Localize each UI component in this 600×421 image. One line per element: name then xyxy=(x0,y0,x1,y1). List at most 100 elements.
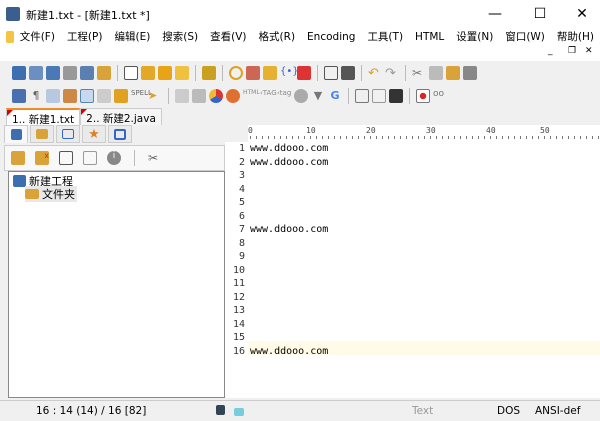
line-number: 2 xyxy=(238,156,245,168)
tab-file-2[interactable]: 2.. 新建2.java xyxy=(80,108,162,125)
shell-icon[interactable] xyxy=(372,89,386,103)
menu-window[interactable]: 窗口(W) xyxy=(499,29,551,44)
column-mode-icon[interactable] xyxy=(80,89,94,103)
menu-encoding[interactable]: Encoding xyxy=(301,31,361,43)
settings-file-icon[interactable] xyxy=(97,66,111,80)
log-icon[interactable] xyxy=(80,66,94,80)
syntax-mode[interactable]: Text xyxy=(412,405,433,417)
project-icon[interactable] xyxy=(46,66,60,80)
mdi-close-button[interactable]: ✕ xyxy=(585,46,593,56)
panel-tab-ftp[interactable] xyxy=(56,125,80,143)
panel-tab-windows[interactable] xyxy=(108,125,132,143)
template-icon[interactable] xyxy=(192,89,206,103)
color-picker-icon[interactable] xyxy=(209,89,223,103)
find-icon[interactable] xyxy=(229,66,243,80)
remove-file-icon[interactable] xyxy=(83,151,97,165)
menu-settings[interactable]: 设置(N) xyxy=(450,29,499,44)
main-toolbar: {•} ↶ ↷ ✂ xyxy=(4,62,477,84)
menu-project[interactable]: 工程(P) xyxy=(61,29,109,44)
console-icon[interactable] xyxy=(389,89,403,103)
new-file-icon[interactable] xyxy=(12,66,26,80)
menu-tools[interactable]: 工具(T) xyxy=(361,29,409,44)
mdi-minimize-button[interactable]: _ xyxy=(548,46,553,56)
menu-search[interactable]: 搜索(S) xyxy=(156,29,204,44)
pin-icon[interactable]: ➤ xyxy=(148,89,162,103)
glasses-icon[interactable]: oo xyxy=(433,89,447,103)
info-icon[interactable]: i xyxy=(107,151,121,165)
redo-icon[interactable]: ↷ xyxy=(385,66,399,81)
undo-icon[interactable]: ↶ xyxy=(368,66,382,81)
pilcrow-icon[interactable]: ¶ xyxy=(29,89,43,103)
color-hex-icon[interactable] xyxy=(226,89,240,103)
tab-file-1[interactable]: 1.. 新建1.txt xyxy=(6,108,81,126)
node-label: 文件夹 xyxy=(42,188,75,201)
copy-file-icon[interactable] xyxy=(29,66,43,80)
network-icon xyxy=(234,408,244,416)
print-icon[interactable] xyxy=(341,66,355,80)
open-folder-icon[interactable] xyxy=(141,66,155,80)
save-status-icon xyxy=(216,405,225,415)
panel-tab-favorites[interactable]: ★ xyxy=(82,125,106,143)
mdi-restore-button[interactable]: ❐ xyxy=(568,46,576,56)
folder-icon xyxy=(36,129,48,139)
tree-node-folder[interactable]: 文件夹 xyxy=(25,186,77,202)
line-number: 11 xyxy=(232,278,245,290)
minimize-button[interactable]: — xyxy=(480,4,510,24)
close-tag-icon[interactable]: ‹TAG xyxy=(260,89,277,103)
record-macro-icon[interactable] xyxy=(416,89,430,103)
menu-html[interactable]: HTML xyxy=(409,31,450,43)
brace-match-icon[interactable]: {•} xyxy=(280,66,299,80)
html-to-text-icon[interactable]: HTML xyxy=(243,89,260,103)
menu-help[interactable]: 帮助(H) xyxy=(551,29,600,44)
save-icon[interactable] xyxy=(158,66,172,80)
save-all-icon[interactable] xyxy=(175,66,189,80)
maximize-button[interactable]: ☐ xyxy=(525,4,555,24)
browser-icon[interactable] xyxy=(294,89,308,103)
code-line: www.ddooo.com xyxy=(250,345,329,357)
menu-edit[interactable]: 编辑(E) xyxy=(108,29,156,44)
add-folder-icon[interactable] xyxy=(11,151,25,165)
tag-icon[interactable]: ‹tag xyxy=(277,89,291,103)
ruler-tick: 20 xyxy=(366,126,376,135)
find-in-files-icon[interactable] xyxy=(263,66,277,80)
new-icon[interactable] xyxy=(124,66,138,80)
windows-icon xyxy=(114,128,126,140)
delete-icon[interactable] xyxy=(463,66,477,80)
compare-icon[interactable] xyxy=(63,66,77,80)
encoding[interactable]: ANSI-def xyxy=(535,405,580,417)
cut-icon[interactable]: ✂ xyxy=(412,66,426,80)
highlight-icon[interactable] xyxy=(63,89,77,103)
panel-tab-folder[interactable] xyxy=(30,125,54,143)
replace-icon[interactable] xyxy=(246,66,260,80)
run-icon[interactable] xyxy=(355,89,369,103)
copy-icon[interactable] xyxy=(429,66,443,80)
line-number: 7 xyxy=(238,224,245,236)
line-ending[interactable]: DOS xyxy=(497,405,520,417)
line-number: 12 xyxy=(232,291,245,303)
filter-icon[interactable]: ▼ xyxy=(311,89,325,103)
tools-icon[interactable]: ✂ xyxy=(148,151,162,165)
tree-icon[interactable] xyxy=(202,66,216,80)
title-bar: 新建1.txt - [新建1.txt *] — ☐ ✕ xyxy=(0,0,600,28)
add-file-icon[interactable] xyxy=(59,151,73,165)
menu-view[interactable]: 查看(V) xyxy=(204,29,252,44)
editor-area[interactable]: www.ddooo.com www.ddooo.com www.ddooo.com w… xyxy=(248,142,600,398)
file-tabs: 1.. 新建1.txt 2.. 新建2.java xyxy=(0,107,600,126)
mdi-controls: _ ❐ ✕ xyxy=(0,45,600,61)
hex-icon[interactable] xyxy=(97,89,111,103)
menu-format[interactable]: 格式(R) xyxy=(253,29,302,44)
menu-file[interactable]: 文件(F) xyxy=(14,29,61,44)
panel-tab-files[interactable] xyxy=(4,125,28,143)
lock-icon[interactable] xyxy=(114,89,128,103)
print-preview-icon[interactable] xyxy=(324,66,338,80)
spell-icon[interactable]: SPELL xyxy=(131,89,152,103)
google-icon[interactable]: G xyxy=(328,89,342,103)
column-icon[interactable] xyxy=(297,66,311,80)
paste-icon[interactable] xyxy=(446,66,460,80)
line-number: 16 xyxy=(232,345,245,357)
line-numbers-icon[interactable] xyxy=(46,89,60,103)
close-button[interactable]: ✕ xyxy=(567,4,597,24)
remove-folder-icon[interactable]: x xyxy=(35,151,49,165)
wrap-icon[interactable] xyxy=(12,89,26,103)
indent-icon[interactable] xyxy=(175,89,189,103)
